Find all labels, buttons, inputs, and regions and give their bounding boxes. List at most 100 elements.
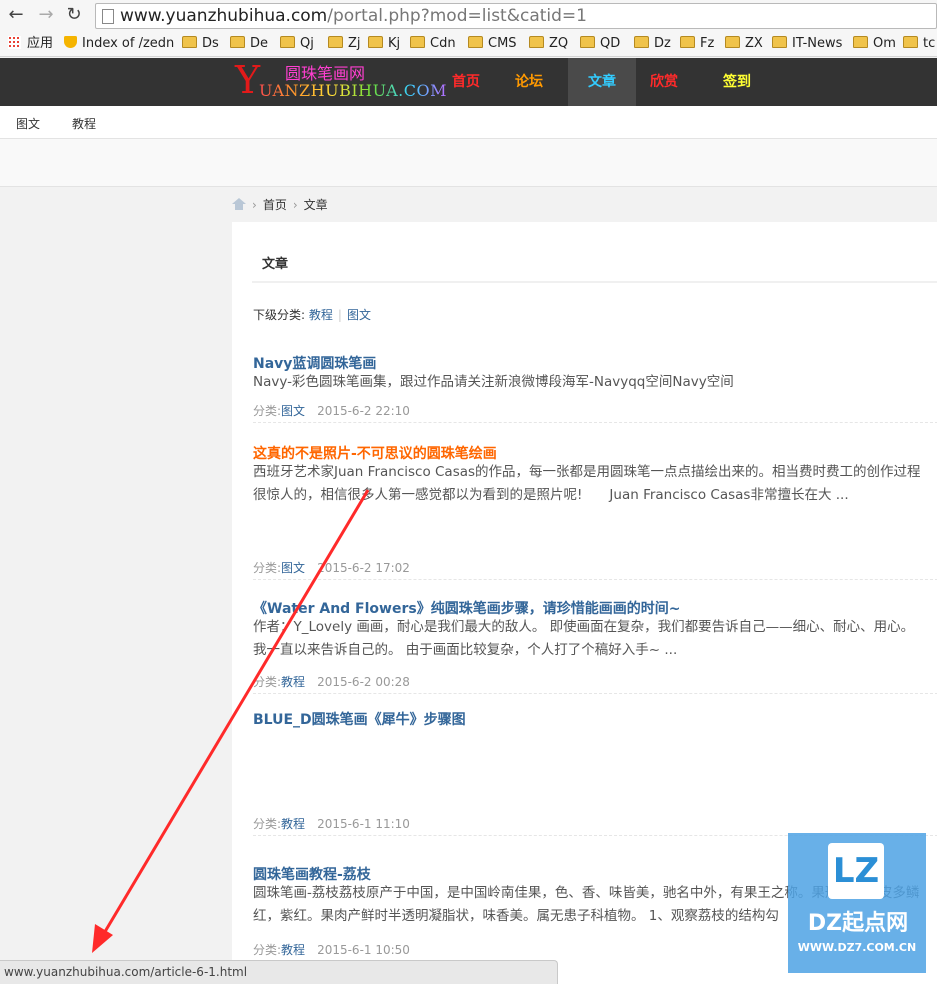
subnav-item-jiaocheng[interactable]: 教程 — [72, 115, 96, 132]
bookmark-item[interactable]: IT-News — [772, 35, 842, 53]
home-icon[interactable] — [232, 198, 246, 210]
watermark-cn: DZ起点网 — [807, 911, 909, 936]
bookmark-item[interactable]: QD — [580, 35, 620, 53]
folder-icon — [368, 36, 383, 48]
bookmark-label: Om — [873, 36, 896, 51]
browser-toolbar: ← → ↻ www.yuanzhubihua.com/portal.php?mo… — [0, 0, 937, 32]
bookmark-apps[interactable]: 应用 — [8, 35, 53, 53]
bookmark-item[interactable]: Cdn — [410, 35, 456, 53]
subcategory-link-tuwen[interactable]: 图文 — [347, 308, 371, 322]
address-bar[interactable]: www.yuanzhubihua.com/portal.php?mod=list… — [95, 3, 937, 29]
article-summary: Navy-彩色圆珠笔画集，跟过作品请关注新浪微博段海军-Navyqq空间Navy… — [253, 374, 734, 390]
article-summary: 我一直以来告诉自己的。 由于画面比较复杂，个人打了个稿好入手~ ... — [253, 642, 678, 658]
main-nav-item[interactable]: 文章 — [568, 58, 636, 106]
page-icon — [102, 9, 114, 24]
bookmark-item[interactable]: Index of /zedn — [64, 35, 174, 53]
bookmark-item[interactable]: Dz — [634, 35, 671, 53]
category-label: 分类: — [253, 404, 282, 418]
main-nav-item[interactable]: 论坛 — [501, 58, 557, 106]
article-meta: 分类:图文 2015-6-2 17:02 — [253, 559, 410, 576]
main-nav-item[interactable]: 签到 — [704, 58, 770, 106]
bookmark-label: QD — [600, 36, 621, 51]
watermark-logo: LZ DZ起点网 WWW.DZ7.COM.CN — [788, 833, 926, 973]
article-summary: 西班牙艺术家Juan Francisco Casas的作品，每一张都是用圆珠笔一… — [253, 464, 921, 480]
breadcrumb-current[interactable]: 文章 — [304, 198, 328, 212]
bookmark-item[interactable]: CMS — [468, 35, 517, 53]
folder-icon — [182, 36, 197, 48]
article-divider — [253, 693, 937, 694]
folder-icon — [580, 36, 595, 48]
subcategory-links: 下级分类: 教程 | 图文 — [253, 306, 371, 323]
bookmark-label: Dz — [654, 36, 671, 51]
bookmark-item[interactable]: Om — [853, 35, 896, 53]
breadcrumb-home[interactable]: 首页 — [263, 198, 287, 212]
back-arrow-icon[interactable]: ← — [6, 5, 26, 25]
article-title-link[interactable]: 这真的不是照片-不可思议的圆珠笔绘画 — [253, 443, 497, 463]
breadcrumb: › 首页 › 文章 — [232, 196, 328, 214]
article-meta: 分类:教程 2015-6-2 00:28 — [253, 673, 410, 690]
site-header: Y 圆珠笔画网 UANZHUBIHUA.COM 首页 论坛 文章 欣赏 签到 — [0, 58, 937, 106]
bookmark-item[interactable]: De — [230, 35, 268, 53]
watermark-mark: LZ — [828, 843, 884, 899]
category-link[interactable]: 图文 — [281, 561, 305, 575]
bookmark-item[interactable]: Ds — [182, 35, 219, 53]
site-logo[interactable]: Y 圆珠笔画网 UANZHUBIHUA.COM — [235, 58, 447, 104]
sub-navigation: 图文 教程 — [0, 106, 937, 139]
bookmark-label: Cdn — [430, 36, 456, 51]
folder-icon — [328, 36, 343, 48]
logo-letter: Y — [235, 58, 261, 102]
category-label: 分类: — [253, 817, 282, 831]
category-link[interactable]: 教程 — [281, 943, 305, 957]
bookmark-item[interactable]: ZQ — [529, 35, 568, 53]
subcategory-label: 下级分类: — [253, 308, 306, 322]
bookmark-item[interactable]: Fz — [680, 35, 714, 53]
bookmark-label: Index of /zedn — [82, 36, 175, 51]
address-url[interactable]: www.yuanzhubihua.com/portal.php?mod=list… — [120, 6, 587, 26]
article-summary: 很惊人的，相信很多人第一感觉都以为看到的是照片呢! Juan Francisco… — [253, 487, 849, 503]
subnav-item-tuwen[interactable]: 图文 — [16, 115, 40, 132]
publish-time: 2015-6-2 17:02 — [317, 561, 410, 575]
bookmark-label: Ds — [202, 36, 219, 51]
title-divider — [252, 281, 937, 283]
category-link[interactable]: 图文 — [281, 404, 305, 418]
main-nav-item[interactable]: 欣赏 — [636, 58, 692, 106]
bookmark-item[interactable]: Kj — [368, 35, 400, 53]
reload-icon[interactable]: ↻ — [64, 5, 84, 25]
bookmark-label: 应用 — [27, 36, 54, 51]
chevron-right-icon: › — [292, 198, 298, 212]
folder-icon — [772, 36, 787, 48]
publish-time: 2015-6-1 10:50 — [317, 943, 410, 957]
bookmark-label: Kj — [388, 36, 401, 51]
bookmark-label: Qj — [300, 36, 314, 51]
category-label: 分类: — [253, 675, 282, 689]
folder-icon — [725, 36, 740, 48]
url-host: www.yuanzhubihua.com — [120, 6, 328, 26]
bookmark-label: Fz — [700, 36, 715, 51]
watermark-letters: LZ — [832, 851, 880, 891]
sub-banner — [0, 139, 937, 187]
article-meta: 分类:图文 2015-6-2 22:10 — [253, 402, 410, 419]
article-title-link[interactable]: 圆珠笔画教程-荔枝 — [253, 864, 371, 884]
folder-icon — [853, 36, 868, 48]
bookmark-label: ZX — [745, 36, 763, 51]
subcategory-link-jiaocheng[interactable]: 教程 — [309, 308, 333, 322]
main-nav-item[interactable]: 首页 — [438, 58, 494, 106]
forward-arrow-icon[interactable]: → — [36, 5, 56, 25]
bookmark-label: IT-News — [792, 36, 843, 51]
article-title-link[interactable]: Navy蓝调圆珠笔画 — [253, 353, 376, 373]
bookmark-item[interactable]: tc — [903, 35, 935, 53]
article-title-link[interactable]: 《Water And Flowers》纯圆珠笔画步骤，请珍惜能画画的时间~ — [253, 598, 680, 618]
bookmark-label: ZQ — [549, 36, 569, 51]
article-divider — [253, 422, 937, 423]
category-label: 分类: — [253, 561, 282, 575]
category-link[interactable]: 教程 — [281, 817, 305, 831]
bookmark-item[interactable]: ZX — [725, 35, 763, 53]
browser-status-bar: www.yuanzhubihua.com/article-6-1.html — [0, 960, 558, 984]
bookmark-item[interactable]: Qj — [280, 35, 314, 53]
category-link[interactable]: 教程 — [281, 675, 305, 689]
category-label: 分类: — [253, 943, 282, 957]
article-title-link[interactable]: BLUE_D圆珠笔画《犀牛》步骤图 — [253, 709, 466, 729]
bookmark-item[interactable]: Zj — [328, 35, 361, 53]
folder-icon — [230, 36, 245, 48]
bookmark-label: CMS — [488, 36, 517, 51]
